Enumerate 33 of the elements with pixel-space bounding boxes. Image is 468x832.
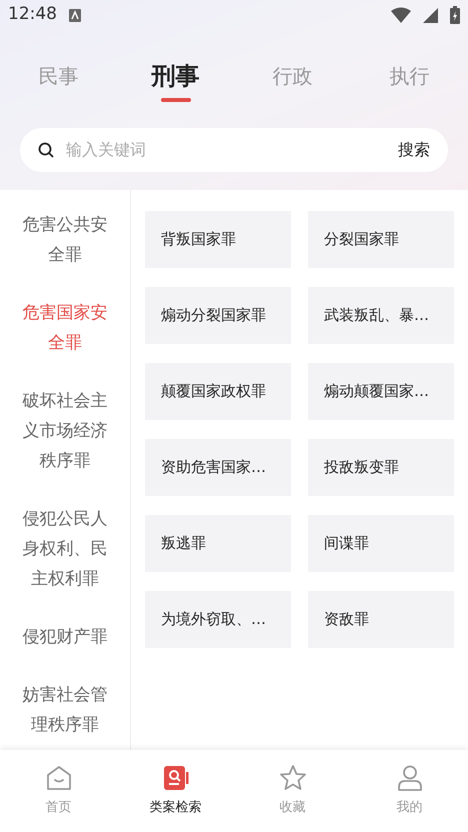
charge-item[interactable]: 武装叛乱、暴… [308,287,454,344]
star-icon [278,764,306,792]
home-icon [44,764,72,792]
category-item[interactable]: 妨害社会管理秩序罪 [0,680,130,740]
search-field[interactable]: 输入关键词 搜索 [20,128,448,172]
charge-item[interactable]: 间谍罪 [308,515,454,572]
signal-icon [423,8,438,22]
charge-item[interactable]: 煽动颠覆国家… [308,363,454,420]
charge-item[interactable]: 煽动分裂国家罪 [145,287,291,344]
nav-tab[interactable]: 类案检索 [117,750,234,832]
charge-item[interactable]: 投敌叛变罪 [308,439,454,496]
charge-item[interactable]: 颠覆国家政权罪 [145,363,291,420]
category-item[interactable]: 危害国家安全罪 [0,298,130,358]
category-item[interactable]: 危害公共安全罪 [0,210,130,270]
charge-item[interactable]: 资敌罪 [308,591,454,648]
status-time: 12:48 [8,3,57,26]
search-icon [38,142,54,158]
tab-underline [160,98,190,102]
person-icon [396,764,424,792]
notification-icon [69,8,81,22]
category-item[interactable]: 侵犯公民人身权利、民主权利罪 [0,504,130,594]
charge-item[interactable]: 背叛国家罪 [145,211,291,268]
category-item[interactable]: 破坏社会主义市场经济秩序罪 [0,386,130,476]
charge-item[interactable]: 叛逃罪 [145,515,291,572]
category-item[interactable]: 侵犯财产罪 [0,622,130,652]
charge-item[interactable]: 分裂国家罪 [308,211,454,268]
charge-item[interactable]: 资助危害国家… [145,439,291,496]
search-book-icon [162,764,190,792]
battery-icon [450,6,460,24]
category-tab[interactable]: 刑事 [117,60,234,110]
search-button[interactable]: 搜索 [398,138,430,162]
wifi-icon [391,7,411,23]
charge-item[interactable]: 为境外窃取、… [145,591,291,648]
